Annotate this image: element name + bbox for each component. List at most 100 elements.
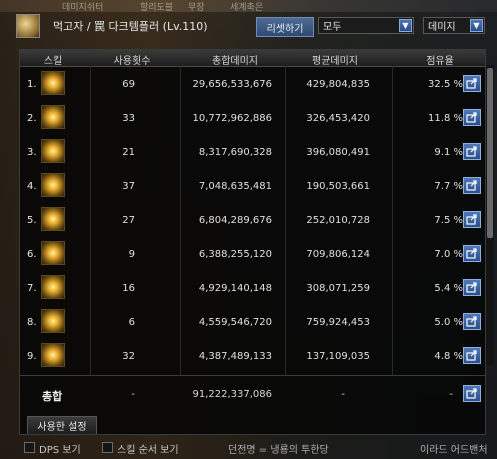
table-row: 8. 6 4,559,546,720 759,924,453 5.0 % [20,305,485,338]
column-header-uses: 사용횟수 [113,56,151,67]
total-average: - [341,389,345,400]
table-row: 3. 21 8,317,690,328 396,080,491 9.1 % [20,135,485,168]
background-text-4: 세계축은 [230,3,264,13]
skill-icon [41,309,65,333]
row-average-damage: 429,804,835 [306,79,370,90]
reset-button[interactable]: 리셋하기 [256,17,314,37]
target-filter-select[interactable]: 모두 ▼ [318,17,414,34]
share-icon[interactable] [463,75,481,92]
row-rank: 8. [27,317,37,328]
row-total-damage: 4,929,140,148 [198,283,272,294]
table-row: 9. 32 4,387,489,133 137,109,035 4.8 % [20,339,485,372]
row-uses: 16 [122,283,135,294]
row-share: 9.1 % [434,147,463,158]
skill-icon [41,275,65,299]
row-share: 7.7 % [434,181,463,192]
background-text-3: 무장 [188,3,205,13]
share-icon[interactable] [463,385,481,402]
row-rank: 6. [27,249,37,260]
share-icon[interactable] [463,177,481,194]
metric-filter-value: 데미지 [428,22,456,33]
column-header-average: 평균데미지 [312,56,358,67]
chevron-down-icon[interactable]: ▼ [470,19,483,32]
column-header-skill: 스킬 [43,56,63,67]
footer-bar: DPS 보기 스킬 순서 보기 던전명 = 냉룡의 투한당 이라드 어드밴처 [0,437,497,459]
scrollbar-thumb[interactable] [487,68,493,238]
row-rank: 9. [27,351,37,362]
row-total-damage: 7,048,635,481 [198,181,272,192]
row-share: 4.8 % [434,351,463,362]
share-icon[interactable] [463,347,481,364]
dungeon-name: 던전명 = 냉룡의 투한당 [228,445,329,456]
share-icon[interactable] [463,245,481,262]
background-footer-text: 이라드 어드밴처 [420,445,488,456]
character-portrait [16,14,40,38]
damage-meter-panel: 스킬 사용횟수 총합데미지 평균데미지 점유율 1. 69 29,656,533,6… [19,49,486,435]
row-uses: 69 [122,79,135,90]
skill-icon [41,207,65,231]
row-total-damage: 6,804,289,676 [198,215,272,226]
chevron-down-icon[interactable]: ▼ [399,19,412,32]
skill-icon [41,71,65,95]
total-damage: 91,222,337,086 [192,389,272,400]
row-average-damage: 190,503,661 [306,181,370,192]
row-uses: 6 [128,317,135,328]
metric-filter-select[interactable]: 데미지 ▼ [423,17,485,34]
row-share: 7.5 % [434,215,463,226]
skill-order-label: 스킬 순서 보기 [117,445,179,456]
row-total-damage: 6,388,255,120 [198,249,272,260]
share-icon[interactable] [463,143,481,160]
row-uses: 27 [122,215,135,226]
table-row: 1. 69 29,656,533,676 429,804,835 32.5 % [20,67,485,100]
skill-icon [41,241,65,265]
table-row: 4. 37 7,048,635,481 190,503,661 7.7 % [20,169,485,202]
row-total-damage: 29,656,533,676 [192,79,272,90]
row-average-damage: 326,453,420 [306,113,370,124]
table-row: 2. 33 10,772,962,886 326,453,420 11.8 % [20,101,485,134]
total-uses: - [131,389,135,400]
background-text-2: 할리도블 [140,3,174,13]
row-share: 7.0 % [434,249,463,260]
table-row: 6. 9 6,388,255,120 709,806,124 7.0 % [20,237,485,270]
row-share: 5.0 % [434,317,463,328]
total-row: 총합 - 91,222,337,086 - - [20,378,485,408]
row-rank: 3. [27,147,37,158]
share-icon[interactable] [463,109,481,126]
row-total-damage: 4,559,546,720 [198,317,272,328]
dps-label: DPS 보기 [39,445,81,456]
row-uses: 32 [122,351,135,362]
skill-icon [41,105,65,129]
row-average-damage: 759,924,453 [306,317,370,328]
target-filter-value: 모두 [323,22,342,33]
row-uses: 21 [122,147,135,158]
character-name: 먹고자 / 罠 다크템플러 (Lv.110) [53,20,208,33]
share-icon[interactable] [463,279,481,296]
row-total-damage: 8,317,690,328 [198,147,272,158]
table-header: 스킬 사용횟수 총합데미지 평균데미지 점유율 [20,50,485,67]
skill-order-checkbox[interactable] [102,442,113,453]
share-icon[interactable] [463,313,481,330]
row-average-damage: 308,071,259 [306,283,370,294]
row-uses: 37 [122,181,135,192]
row-average-damage: 709,806,124 [306,249,370,260]
table-row: 5. 27 6,804,289,676 252,010,728 7.5 % [20,203,485,236]
background-text-1: 데미지쉬터 [62,3,104,13]
total-share: - [449,389,453,400]
row-rank: 1. [27,79,37,90]
row-average-damage: 137,109,035 [306,351,370,362]
tab-used-settings[interactable]: 사용한 설정 [27,416,97,434]
share-icon[interactable] [463,211,481,228]
row-total-damage: 10,772,962,886 [192,113,272,124]
row-share: 11.8 % [428,113,463,124]
row-rank: 4. [27,181,37,192]
skill-icon [41,139,65,163]
table-row: 7. 16 4,929,140,148 308,071,259 5.4 % [20,271,485,304]
row-rank: 7. [27,283,37,294]
skill-icon [41,173,65,197]
row-total-damage: 4,387,489,133 [198,351,272,362]
row-rank: 5. [27,215,37,226]
row-average-damage: 396,080,491 [306,147,370,158]
dps-checkbox[interactable] [24,442,35,453]
skill-icon [41,343,65,367]
row-share: 32.5 % [428,79,463,90]
